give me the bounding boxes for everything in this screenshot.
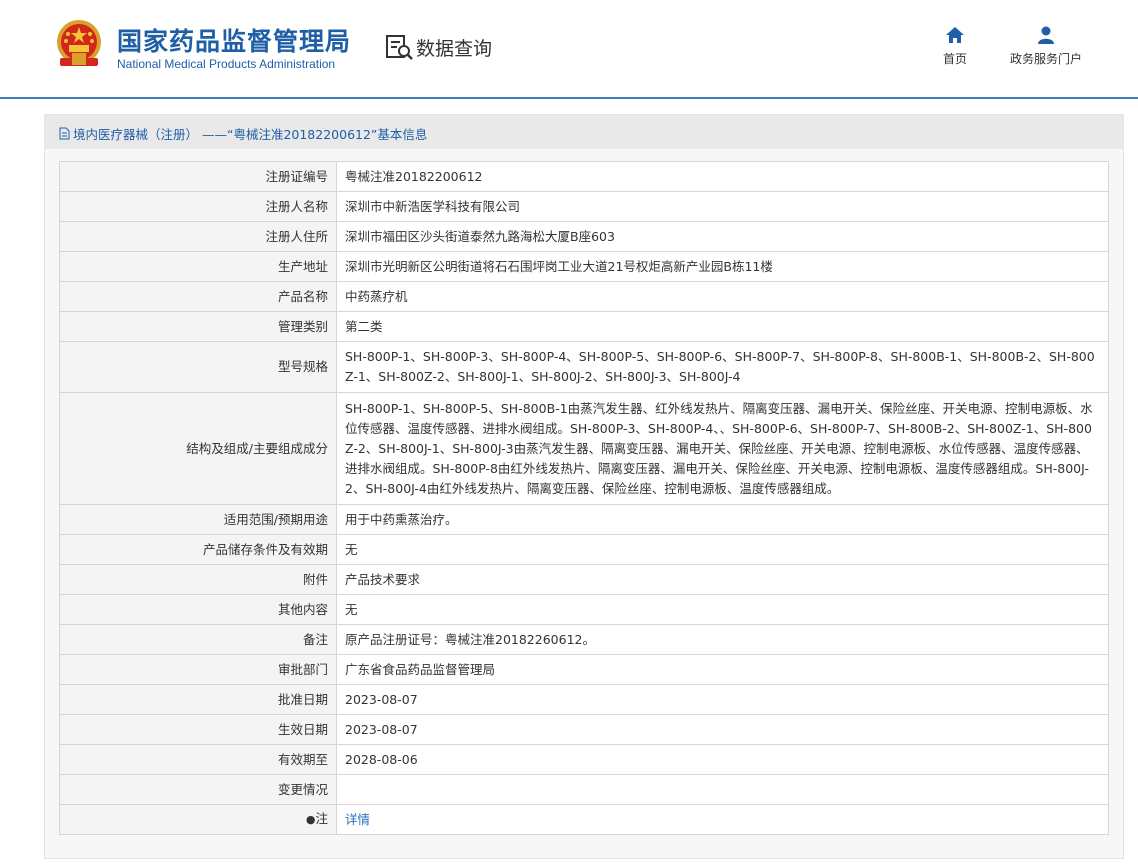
table-row: 附件 产品技术要求 <box>59 564 1109 595</box>
row-key: 管理类别 <box>59 311 337 342</box>
table-row: 生效日期 2023-08-07 <box>59 714 1109 745</box>
row-key: 生效日期 <box>59 714 337 745</box>
row-key: 生产地址 <box>59 251 337 282</box>
row-value: 无 <box>336 534 1109 565</box>
row-value: 无 <box>336 594 1109 625</box>
nav-gov-label: 政务服务门户 <box>1010 52 1083 66</box>
row-value: 详情 <box>336 804 1109 835</box>
table-row: 适用范围/预期用途 用于中药熏蒸治疗。 <box>59 504 1109 535</box>
table-row: 变更情况 <box>59 774 1109 805</box>
device-info-table: 注册证编号 粤械注准20182200612 注册人名称 深圳市中新浩医学科技有限公司… <box>59 161 1109 835</box>
row-key: 审批部门 <box>59 654 337 685</box>
table-row: 产品名称 中药蒸疗机 <box>59 281 1109 312</box>
row-value: 2023-08-07 <box>336 684 1109 715</box>
table-row: 生产地址 深圳市光明新区公明街道将石石围坪岗工业大道21号权炬高新产业园B栋11楼 <box>59 251 1109 282</box>
nav-home-label: 首页 <box>943 52 968 66</box>
row-value: 产品技术要求 <box>336 564 1109 595</box>
table-row: 其他内容无 <box>59 594 1109 625</box>
row-value: 用于中药熏蒸治疗。 <box>336 504 1109 535</box>
row-value: 深圳市光明新区公明街道将石石围坪岗工业大道21号权炬高新产业园B栋11楼 <box>336 251 1109 282</box>
table-row: 注册证编号 粤械注准20182200612 <box>59 161 1109 192</box>
row-key: 产品储存条件及有效期 <box>59 534 337 565</box>
row-value: 2023-08-07 <box>336 714 1109 745</box>
panel-header: 境内医疗器械（注册） ——“粤械注准20182200612”基本信息 <box>45 115 1123 149</box>
table-row: 产品储存条件及有效期无 <box>59 534 1109 565</box>
site-header: 国家药品监督管理局 National Medical Products Admi… <box>0 0 1138 97</box>
row-key-note: ●注 <box>59 804 337 835</box>
row-key: 结构及组成/主要组成成分 <box>59 392 337 505</box>
panel-title-text: 境内医疗器械（注册） ——“粤械注准20182200612”基本信息 <box>73 127 428 142</box>
row-value: SH-800P-1、SH-800P-5、SH-800B-1由蒸汽发生器、红外线发… <box>336 392 1109 505</box>
document-icon <box>59 127 70 140</box>
row-key: 批准日期 <box>59 684 337 715</box>
row-value: 中药蒸疗机 <box>336 281 1109 312</box>
table-row: ●注 详情 <box>59 804 1109 835</box>
table-row: 注册人名称 深圳市中新浩医学科技有限公司 <box>59 191 1109 222</box>
row-key: 注册证编号 <box>59 161 337 192</box>
row-key: 注册人名称 <box>59 191 337 222</box>
row-value: 深圳市福田区沙头街道泰然九路海松大厦B座603 <box>336 221 1109 252</box>
table-row: 备注 原产品注册证号：粤械注准20182260612。 <box>59 624 1109 655</box>
row-key-note-label: 注 <box>315 811 328 826</box>
table-row: 批准日期 2023-08-07 <box>59 684 1109 715</box>
nav-gov-service-portal[interactable]: 政务服务门户 <box>1010 26 1082 67</box>
row-key: 型号规格 <box>59 341 337 393</box>
row-value <box>336 774 1109 805</box>
table-row: 有效期至 2028-08-06 <box>59 744 1109 775</box>
user-icon <box>1038 26 1054 44</box>
row-key: 注册人住所 <box>59 221 337 252</box>
row-value: 第二类 <box>336 311 1109 342</box>
row-value: 广东省食品药品监督管理局 <box>336 654 1109 685</box>
brand-name-cn: 国家药品监督管理局 <box>117 27 352 56</box>
detail-panel: 境内医疗器械（注册） ——“粤械注准20182200612”基本信息 注册证编号… <box>44 114 1124 859</box>
data-query-title: 数据查询 <box>384 33 492 61</box>
row-value: 粤械注准20182200612 <box>336 161 1109 192</box>
row-value: 深圳市中新浩医学科技有限公司 <box>336 191 1109 222</box>
table-row: 结构及组成/主要组成成分 SH-800P-1、SH-800P-5、SH-800B-… <box>59 392 1109 505</box>
row-key: 变更情况 <box>59 774 337 805</box>
row-key: 适用范围/预期用途 <box>59 504 337 535</box>
nav-home[interactable]: 首页 <box>943 26 967 67</box>
row-value: 2028-08-06 <box>336 744 1109 775</box>
details-link[interactable]: 详情 <box>345 812 370 827</box>
table-row: 注册人住所 深圳市福田区沙头街道泰然九路海松大厦B座603 <box>59 221 1109 252</box>
table-row: 审批部门 广东省食品药品监督管理局 <box>59 654 1109 685</box>
data-query-icon <box>386 35 413 60</box>
row-key: 产品名称 <box>59 281 337 312</box>
row-value: 原产品注册证号：粤械注准20182260612。 <box>336 624 1109 655</box>
row-key: 备注 <box>59 624 337 655</box>
row-key: 附件 <box>59 564 337 595</box>
header-divider <box>0 97 1138 99</box>
table-row: 管理类别 第二类 <box>59 311 1109 342</box>
data-query-label: 数据查询 <box>416 37 493 60</box>
table-row: 型号规格 SH-800P-1、SH-800P-3、SH-800P-4、SH-800… <box>59 341 1109 393</box>
brand-name-en: National Medical Products Administration <box>117 57 336 71</box>
home-icon <box>946 27 964 43</box>
row-key: 有效期至 <box>59 744 337 775</box>
row-key: 其他内容 <box>59 594 337 625</box>
panel-title: 境内医疗器械（注册） ——“粤械注准20182200612”基本信息 <box>59 124 427 143</box>
national-emblem-icon <box>57 20 101 66</box>
row-value: SH-800P-1、SH-800P-3、SH-800P-4、SH-800P-5、… <box>336 341 1109 393</box>
